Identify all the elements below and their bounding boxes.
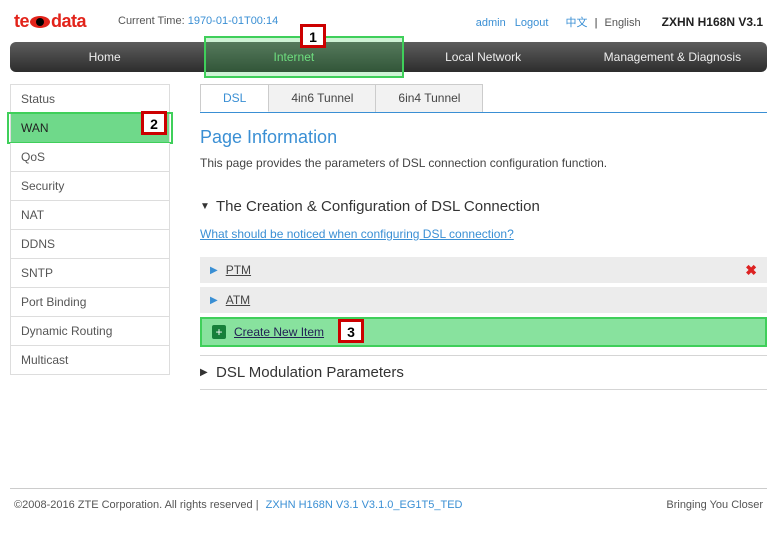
nav-home[interactable]: Home	[10, 42, 199, 72]
section-modulation-title: DSL Modulation Parameters	[216, 364, 404, 381]
sidebar-item-wan[interactable]: WAN 2	[10, 114, 170, 143]
main-content: DSL 4in6 Tunnel 6in4 Tunnel Page Informa…	[170, 84, 767, 470]
connection-row-atm[interactable]: ATM	[200, 287, 767, 313]
header-right: admin Logout 中文 | English ZXHN H168N V3.…	[476, 14, 763, 30]
user-link[interactable]: admin	[476, 17, 506, 29]
delete-icon[interactable]: ✖	[745, 262, 757, 279]
sidebar-item-status[interactable]: Status	[10, 84, 170, 114]
footer-separator: |	[256, 499, 262, 511]
create-new-item-row[interactable]: + Create New Item 3	[200, 317, 767, 347]
tab-6in4[interactable]: 6in4 Tunnel	[375, 84, 483, 112]
page-description: This page provides the parameters of DSL…	[200, 156, 767, 170]
sidebar-item-port-binding[interactable]: Port Binding	[10, 288, 170, 317]
lang-en-link[interactable]: English	[604, 17, 640, 29]
callout-3: 3	[338, 319, 364, 343]
sidebar-item-nat[interactable]: NAT	[10, 201, 170, 230]
main-nav: Home Internet Local Network Management &…	[10, 42, 767, 72]
chevron-down-icon	[200, 201, 210, 212]
sidebar: Status WAN 2 QoS Security NAT DDNS SNTP …	[10, 84, 170, 470]
current-time-label: Current Time:	[118, 15, 185, 27]
footer-tagline: Bringing You Closer	[666, 499, 763, 511]
model-label: ZXHN H168N V3.1	[662, 15, 763, 29]
tab-dsl[interactable]: DSL	[200, 84, 269, 112]
section-modulation-toggle[interactable]: DSL Modulation Parameters	[200, 364, 767, 381]
nav-local-network[interactable]: Local Network	[389, 42, 578, 72]
header-bar: tedata Current Time: 1970-01-01T00:14 ad…	[0, 0, 777, 38]
current-time-value: 1970-01-01T00:14	[188, 15, 279, 27]
sidebar-item-dynamic-routing[interactable]: Dynamic Routing	[10, 317, 170, 346]
connection-name[interactable]: PTM	[226, 263, 251, 277]
sidebar-item-multicast[interactable]: Multicast	[10, 346, 170, 375]
connection-name[interactable]: ATM	[226, 293, 250, 307]
nav-internet[interactable]: Internet	[199, 42, 388, 72]
create-new-item-label[interactable]: Create New Item	[234, 325, 324, 339]
sidebar-item-qos[interactable]: QoS	[10, 143, 170, 172]
section-dsl-title: The Creation & Configuration of DSL Conn…	[216, 198, 540, 215]
page-title: Page Information	[200, 127, 767, 148]
sidebar-item-sntp[interactable]: SNTP	[10, 259, 170, 288]
sidebar-item-ddns[interactable]: DDNS	[10, 230, 170, 259]
lang-separator: |	[595, 17, 598, 29]
footer-left: ©2008-2016 ZTE Corporation. All rights r…	[14, 499, 462, 511]
callout-2: 2	[141, 111, 167, 135]
copyright-text: ©2008-2016 ZTE Corporation. All rights r…	[14, 499, 253, 511]
logo-eye-icon	[30, 16, 50, 28]
dsl-help-link[interactable]: What should be noticed when configuring …	[200, 227, 514, 241]
current-time: Current Time: 1970-01-01T00:14	[118, 15, 278, 27]
logo: tedata	[14, 8, 94, 34]
sidebar-item-label: WAN	[21, 121, 49, 135]
tab-bar: DSL 4in6 Tunnel 6in4 Tunnel	[200, 84, 767, 113]
firmware-link[interactable]: ZXHN H168N V3.1 V3.1.0_EG1T5_TED	[266, 499, 463, 511]
chevron-right-icon	[210, 295, 218, 306]
section-dsl-connection: The Creation & Configuration of DSL Conn…	[200, 190, 767, 356]
logout-link[interactable]: Logout	[515, 17, 549, 29]
section-dsl-toggle[interactable]: The Creation & Configuration of DSL Conn…	[200, 198, 767, 215]
sidebar-item-security[interactable]: Security	[10, 172, 170, 201]
connection-row-ptm[interactable]: PTM ✖	[200, 257, 767, 283]
footer: ©2008-2016 ZTE Corporation. All rights r…	[10, 488, 767, 521]
callout-1: 1	[300, 24, 326, 48]
nav-mgmt-diag[interactable]: Management & Diagnosis	[578, 42, 767, 72]
chevron-right-icon	[210, 265, 218, 276]
logo-text: tedata	[14, 11, 86, 32]
plus-icon: +	[212, 325, 226, 339]
spacer	[200, 390, 767, 470]
chevron-right-icon	[200, 367, 210, 378]
body: Status WAN 2 QoS Security NAT DDNS SNTP …	[10, 84, 767, 470]
tab-4in6[interactable]: 4in6 Tunnel	[268, 84, 376, 112]
section-dsl-modulation: DSL Modulation Parameters	[200, 356, 767, 390]
lang-cn-link[interactable]: 中文	[566, 17, 588, 29]
